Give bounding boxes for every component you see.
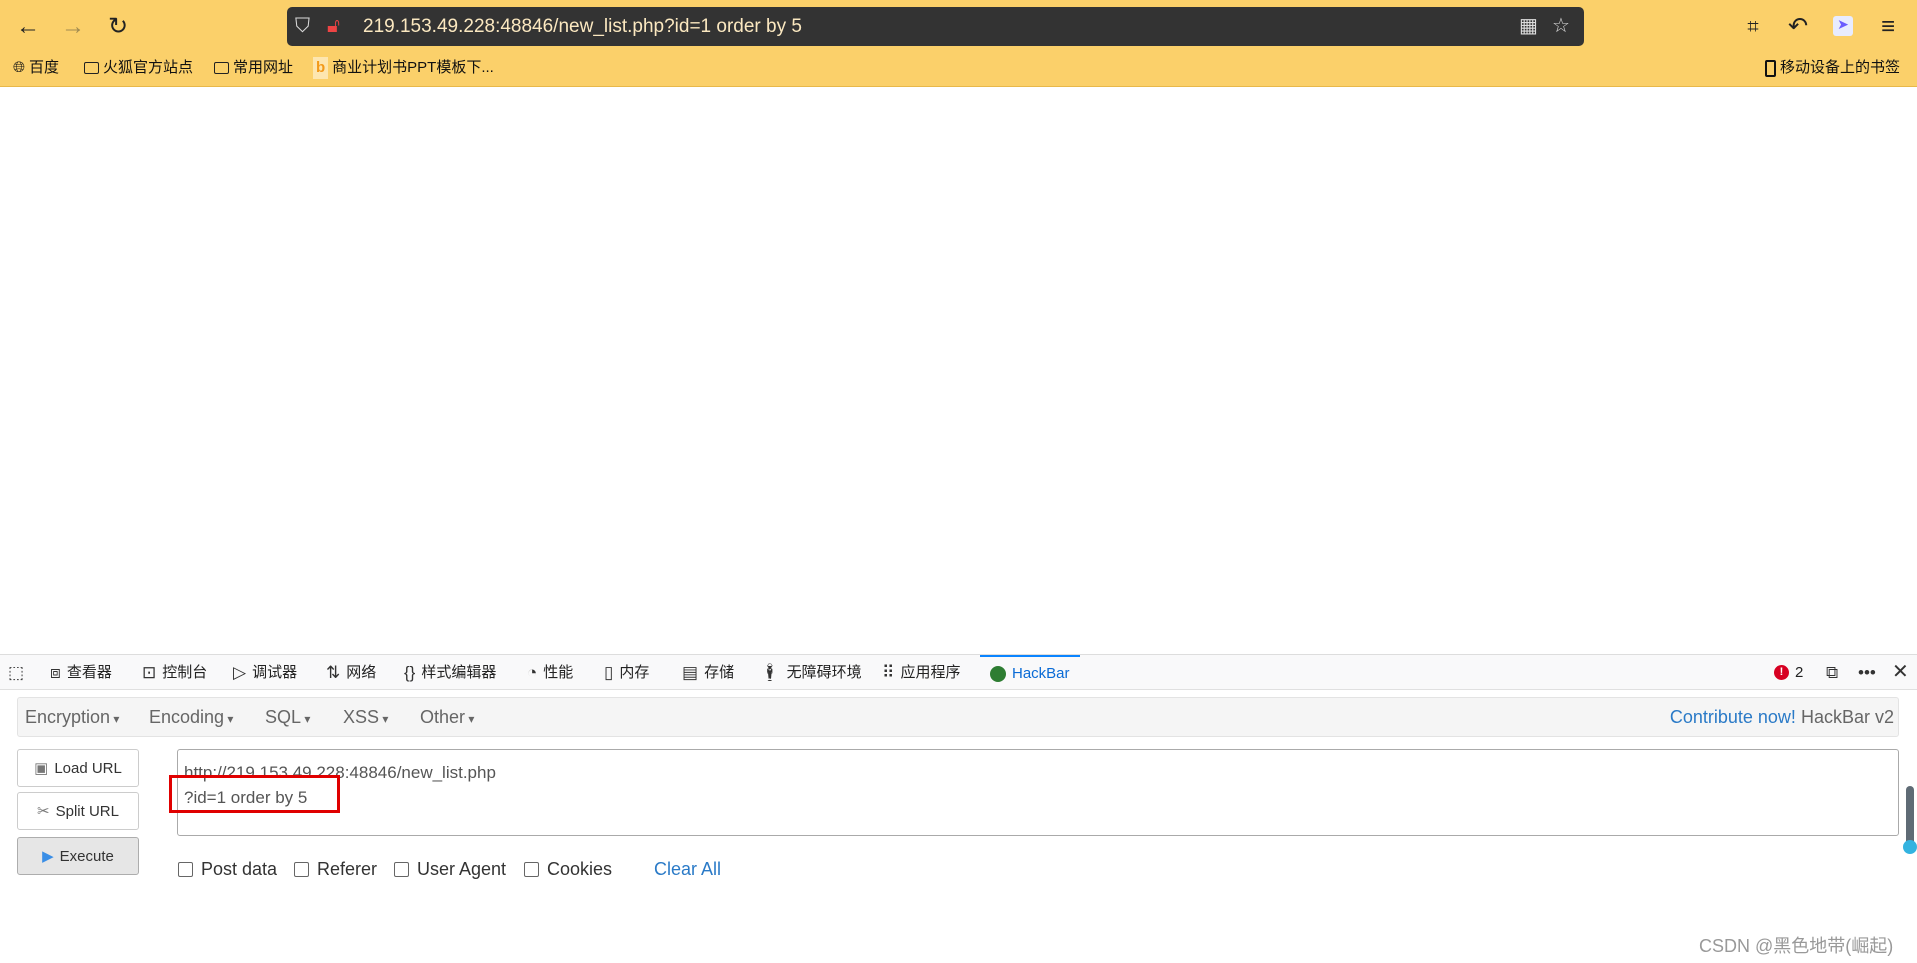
- memory-icon: ▯: [604, 663, 614, 682]
- menu-encoding[interactable]: Encoding: [149, 698, 233, 738]
- menu-sql[interactable]: SQL: [265, 698, 310, 738]
- hackbar-icon: [990, 665, 1006, 682]
- braces-icon: {}: [404, 663, 416, 682]
- highlight-annotation: [169, 775, 340, 813]
- clear-all-link[interactable]: Clear All: [654, 859, 721, 880]
- bookmark-common[interactable]: 常用网址: [214, 57, 293, 79]
- url-line: http://219.153.49.228:48846/new_list.php: [184, 763, 496, 782]
- extension-icon[interactable]: ➤: [1833, 16, 1853, 36]
- tab-console[interactable]: ⊡ 控制台: [142, 655, 207, 690]
- more-options-icon[interactable]: •••: [1858, 655, 1876, 690]
- load-url-button[interactable]: ▣ Load URL: [17, 749, 139, 787]
- cookies-checkbox[interactable]: Cookies: [524, 859, 612, 880]
- menu-encryption[interactable]: Encryption: [25, 698, 119, 738]
- scissors-icon: ✂: [37, 803, 50, 820]
- insecure-lock-icon: 🔓︎: [327, 15, 340, 37]
- menu-other[interactable]: Other: [420, 698, 474, 738]
- scrollbar-handle[interactable]: [1903, 840, 1917, 854]
- user-agent-checkbox[interactable]: User Agent: [394, 859, 506, 880]
- browser-toolbar: ← → ↻ ⛉ 🔓︎ 219.153.49.228:48846/new_list…: [0, 0, 1917, 87]
- tab-storage[interactable]: ▤ 存储: [682, 655, 734, 690]
- bookmark-ppt[interactable]: b 商业计划书PPT模板下...: [313, 57, 494, 79]
- debugger-icon: ▷: [233, 663, 247, 682]
- tab-debugger[interactable]: ▷ 调试器: [233, 655, 297, 690]
- folder-icon: [214, 62, 229, 74]
- bookmark-firefox[interactable]: 火狐官方站点: [84, 57, 193, 79]
- execute-button[interactable]: ▶ Execute: [17, 837, 139, 875]
- error-count[interactable]: ! 2: [1774, 655, 1803, 690]
- tab-application[interactable]: ⠿ 应用程序: [882, 655, 960, 690]
- grid-icon: ⠿: [882, 663, 895, 682]
- tab-memory[interactable]: ▯ 内存: [604, 655, 649, 690]
- bookmark-star-icon[interactable]: ☆: [1552, 7, 1570, 46]
- forward-button[interactable]: →: [58, 12, 88, 42]
- address-bar[interactable]: ⛉ 🔓︎ 219.153.49.228:48846/new_list.php?i…: [287, 7, 1584, 46]
- url-textarea[interactable]: http://219.153.49.228:48846/new_list.php…: [177, 749, 1899, 836]
- error-icon: !: [1774, 665, 1789, 680]
- post-data-checkbox[interactable]: Post data: [178, 859, 277, 880]
- back-button[interactable]: ←: [13, 12, 43, 42]
- tab-performance[interactable]: ◔ 性能: [527, 655, 573, 690]
- load-icon: ▣: [34, 760, 49, 777]
- phone-icon: [1765, 59, 1776, 77]
- reload-button[interactable]: ↻: [103, 12, 133, 42]
- responsive-mode-icon[interactable]: ⧉: [1826, 655, 1838, 690]
- tab-inspector[interactable]: ⧈ 查看器: [50, 655, 112, 690]
- site-icon: b: [313, 57, 329, 79]
- menu-icon[interactable]: ≡: [1873, 12, 1903, 42]
- undo-icon[interactable]: ↶: [1783, 12, 1813, 42]
- element-picker-icon[interactable]: ⬚: [8, 655, 24, 690]
- close-devtools-icon[interactable]: ✕: [1892, 655, 1909, 690]
- url-text: 219.153.49.228:48846/new_list.php?id=1 o…: [363, 16, 802, 37]
- play-icon: ▶: [42, 848, 54, 865]
- folder-icon: [84, 62, 99, 74]
- referer-checkbox[interactable]: Referer: [294, 859, 377, 880]
- tab-style-editor[interactable]: {} 样式编辑器: [404, 655, 496, 690]
- inspector-icon: ⧈: [50, 663, 61, 682]
- devtools-tabbar: ⬚ ⧈ 查看器 ⊡ 控制台 ▷ 调试器 ⇅ 网络 {} 样式编辑器 ◔ 性能 ▯ 内存 ▤ 存储…: [0, 654, 1917, 690]
- gauge-icon: ◔: [527, 663, 538, 682]
- split-url-button[interactable]: ✂ Split URL: [17, 792, 139, 830]
- accessibility-icon: 🕴︎: [759, 663, 781, 682]
- storage-icon: ▤: [682, 663, 699, 682]
- mobile-bookmarks[interactable]: 移动设备上的书签: [1765, 57, 1900, 79]
- hackbar-menubar: Encryption Encoding SQL XSS Other Contri…: [17, 697, 1899, 737]
- menu-xss[interactable]: XSS: [343, 698, 388, 738]
- tab-network[interactable]: ⇅ 网络: [326, 655, 376, 690]
- hackbar-version: HackBar v2: [1800, 707, 1894, 727]
- url-line: ?id=1 order by 5: [184, 788, 308, 807]
- shield-icon: ⛉: [295, 15, 310, 37]
- globe-icon: 🌐︎: [13, 59, 26, 76]
- bookmark-baidu[interactable]: 🌐︎ 百度: [13, 57, 59, 79]
- qr-code-icon[interactable]: ▦: [1519, 7, 1538, 46]
- tab-hackbar[interactable]: HackBar: [980, 655, 1080, 690]
- crop-icon[interactable]: ⌗: [1738, 12, 1768, 42]
- watermark: CSDN @黑色地带(崛起): [1699, 936, 1894, 956]
- contribute-link[interactable]: Contribute now!: [1670, 707, 1796, 727]
- tab-accessibility[interactable]: 🕴︎ 无障碍环境: [759, 655, 862, 690]
- console-icon: ⊡: [142, 663, 157, 682]
- network-icon: ⇅: [326, 663, 341, 682]
